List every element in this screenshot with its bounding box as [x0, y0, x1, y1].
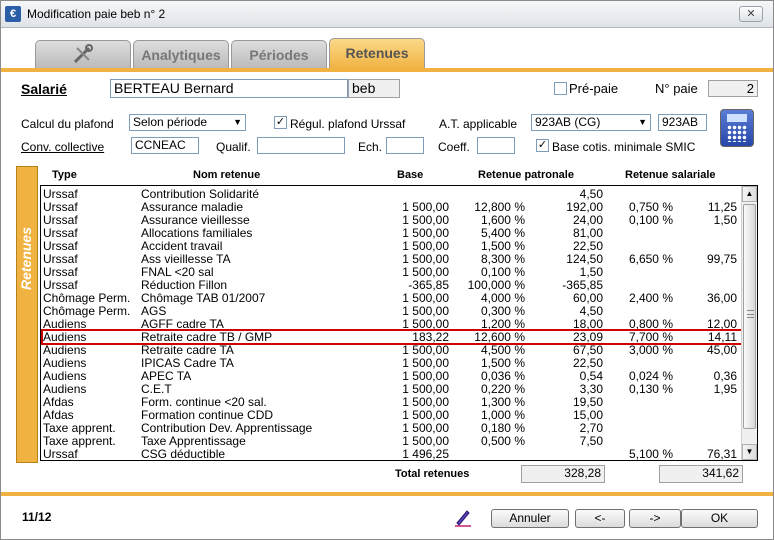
previous-button[interactable]: <-	[575, 509, 625, 528]
col-base-header[interactable]: Base	[397, 169, 423, 181]
taux-salarial-cell: 5,100 %	[628, 447, 673, 461]
total-retenues-label: Total retenues	[395, 468, 470, 480]
dropdown-arrow-icon: ▼	[233, 117, 242, 127]
app-icon: €	[5, 6, 21, 22]
salarie-label: Salarié	[21, 81, 67, 97]
nom-cell: CSG déductible	[141, 447, 226, 461]
calculator-icon[interactable]	[720, 109, 754, 147]
type-cell: Urssaf	[43, 447, 78, 461]
montant-patronal-cell: 7,50	[579, 434, 603, 448]
tools-icon	[73, 44, 93, 64]
col-type-header[interactable]: Type	[52, 169, 77, 181]
vertical-scrollbar[interactable]: ▲ ▼	[741, 186, 757, 460]
base-cotis-checkbox[interactable]: ✓	[536, 139, 549, 152]
payroll-window: € Modification paie beb n° 2 ✕ Analytiqu…	[0, 0, 774, 540]
scroll-thumb[interactable]	[743, 204, 756, 429]
page-indicator: 11/12	[22, 510, 52, 524]
at-label: A.T. applicable	[439, 117, 518, 131]
retenues-table: Urssaf Contribution Solidarité 4,50 Urssaf A…	[40, 185, 758, 461]
taux-salarial-cell: 2,400 %	[628, 291, 673, 305]
col-nom-header[interactable]: Nom retenue	[193, 169, 260, 181]
taux-salarial-cell: 0,100 %	[628, 213, 673, 227]
selected-row-highlight	[41, 329, 743, 345]
montant-salarial-cell: 1,95	[713, 382, 737, 396]
qualif-label: Qualif.	[216, 140, 251, 154]
pen-icon[interactable]	[453, 507, 473, 527]
tab-strip: Analytiques Périodes Retenues	[1, 29, 773, 69]
salarie-code-field[interactable]: beb	[348, 79, 400, 98]
montant-salarial-cell: 76,31	[706, 447, 737, 461]
taux-patronal-cell: 0,500 %	[480, 434, 525, 448]
close-button[interactable]: ✕	[739, 6, 763, 22]
table-row[interactable]: Urssaf CSG déductible 1 496,25 5,100 % 76,31	[41, 448, 741, 461]
dropdown-arrow-icon: ▼	[638, 117, 647, 127]
qualif-field[interactable]	[257, 137, 345, 154]
ok-button[interactable]: OK	[681, 509, 758, 528]
calcul-plafond-value: Selon période	[133, 115, 208, 129]
at-value: 923AB (CG)	[535, 115, 601, 129]
tab-underline	[1, 68, 773, 72]
montant-salarial-cell: 1,50	[713, 213, 737, 227]
scroll-up-arrow-icon[interactable]: ▲	[742, 186, 757, 202]
at-select[interactable]: 923AB (CG) ▼	[531, 114, 651, 131]
ech-label: Ech.	[358, 140, 383, 154]
grip-icon	[747, 310, 754, 318]
footer-divider	[1, 492, 773, 496]
tab-periodes[interactable]: Périodes	[231, 40, 327, 69]
total-salariale-field: 341,62	[659, 465, 743, 483]
no-paie-label: N° paie	[655, 81, 698, 96]
coeff-field[interactable]	[477, 137, 515, 154]
montant-salarial-cell: 36,00	[706, 291, 737, 305]
coeff-label: Coeff.	[438, 140, 470, 154]
calcul-plafond-select[interactable]: Selon période ▼	[129, 114, 246, 131]
total-patronale-field: 328,28	[521, 465, 605, 483]
annuler-button[interactable]: Annuler	[491, 509, 569, 528]
base-cell: 1 496,25	[402, 447, 449, 461]
ech-field[interactable]	[386, 137, 424, 154]
at-code-field[interactable]: 923AB	[658, 114, 707, 131]
calcul-plafond-label: Calcul du plafond	[21, 117, 114, 131]
next-button[interactable]: ->	[629, 509, 681, 528]
conv-collective-label[interactable]: Conv. collective	[21, 140, 104, 154]
tab-analytiques[interactable]: Analytiques	[133, 40, 229, 69]
retenues-side-label: Retenues	[16, 166, 38, 463]
scroll-down-arrow-icon[interactable]: ▼	[742, 444, 757, 460]
taux-salarial-cell: 6,650 %	[628, 252, 673, 266]
col-patronale-header[interactable]: Retenue patronale	[478, 169, 574, 181]
prepaie-checkbox[interactable]	[554, 82, 567, 95]
regul-checkbox[interactable]: ✓	[274, 116, 287, 129]
regul-label: Régul. plafond Urssaf	[290, 117, 406, 131]
taux-salarial-cell: 0,130 %	[628, 382, 673, 396]
no-paie-field[interactable]: 2	[708, 80, 758, 97]
montant-salarial-cell: 99,75	[706, 252, 737, 266]
base-cotis-label: Base cotis. minimale SMIC	[552, 140, 696, 154]
montant-salarial-cell: 45,00	[706, 343, 737, 357]
side-label-text: Retenues	[18, 227, 34, 291]
taux-salarial-cell: 3,000 %	[628, 343, 673, 357]
salarie-name-field[interactable]: BERTEAU Bernard	[110, 79, 348, 98]
table-header: Type Nom retenue Base Retenue patronale …	[40, 167, 758, 184]
col-salariale-header[interactable]: Retenue salariale	[625, 169, 716, 181]
conv-collective-field[interactable]: CCNEAC	[131, 137, 199, 154]
tab-tools[interactable]	[35, 40, 131, 69]
window-title: Modification paie beb n° 2	[27, 7, 166, 21]
tab-retenues[interactable]: Retenues	[329, 38, 425, 69]
title-bar: € Modification paie beb n° 2 ✕	[1, 1, 773, 28]
prepaie-label: Pré-paie	[569, 81, 619, 96]
